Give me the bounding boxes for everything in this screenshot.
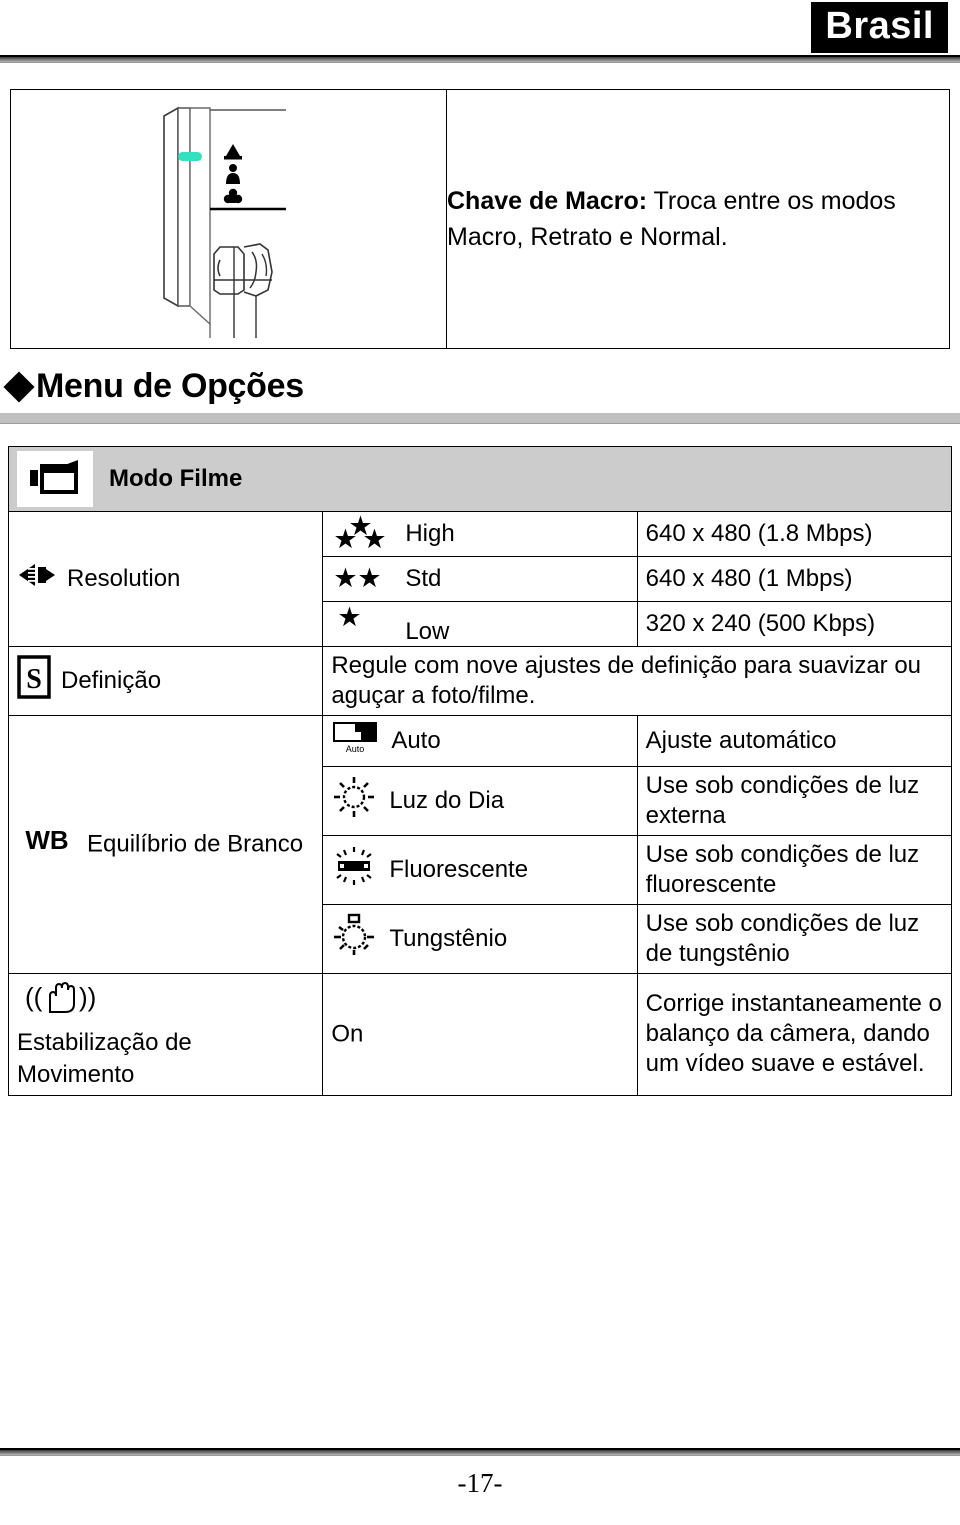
table-row: Chave de Macro: Troca entre os modos Mac… xyxy=(10,89,950,349)
option-cell-wb-daylight: Luz do Dia xyxy=(322,766,638,836)
svg-text:)): )) xyxy=(79,982,96,1012)
svg-text:S: S xyxy=(26,664,42,695)
country-badge: Brasil xyxy=(811,2,948,53)
option-label: On xyxy=(331,1020,364,1048)
row-label-text: Estabilização de Movimento xyxy=(17,1029,192,1089)
option-label: Fluorescente xyxy=(389,856,529,883)
option-description-wb-daylight: Use sob condições de luz externa xyxy=(636,766,953,836)
row-label-white-balance: WB Equilíbrio de Branco xyxy=(7,715,324,974)
table-row-mode-header: Modo Filme xyxy=(8,446,952,512)
section-title: Menu de Opções xyxy=(36,367,304,405)
page-header: Brasil xyxy=(0,0,960,63)
option-cell-low: ★ Low xyxy=(322,601,638,647)
option-cell-wb-tungsten: Tungstênio xyxy=(322,904,638,974)
macro-label: Chave de Macro: xyxy=(447,186,648,215)
wb-icon: WB xyxy=(17,825,77,863)
option-label: Std xyxy=(405,565,442,592)
option-label: Auto xyxy=(391,727,441,754)
option-label: High xyxy=(405,520,455,547)
table-row-wb-auto: WB Equilíbrio de Branco Auto Auto Ajuste… xyxy=(7,715,953,974)
option-label: Tungstênio xyxy=(389,925,508,952)
svg-text:WB: WB xyxy=(25,825,68,855)
option-label: Luz do Dia xyxy=(389,787,505,814)
two-stars-icon: ★ ★ xyxy=(333,563,382,593)
option-cell-std: ★ ★ Std xyxy=(322,556,638,602)
footer-divider xyxy=(0,1448,960,1456)
auto-wb-icon: Auto xyxy=(331,720,379,762)
row-label-resolution: Resolution xyxy=(7,511,324,647)
option-cell-stabilization-on: On xyxy=(322,973,638,1096)
tungsten-bulb-icon xyxy=(331,913,377,965)
row-label-text: Resolution xyxy=(67,565,181,592)
mode-header-label: Modo Filme xyxy=(109,465,243,492)
diamond-bullet-icon xyxy=(3,371,35,403)
movie-camera-icon xyxy=(17,451,93,507)
option-cell-wb-fluorescent: Fluorescente xyxy=(322,835,638,905)
option-description-wb-auto: Ajuste automático xyxy=(636,715,953,767)
option-description-stabilization: Corrige instantaneamente o balanço da câ… xyxy=(636,973,953,1096)
svg-text:((: (( xyxy=(25,982,43,1012)
option-cell-high: ★ ★ ★ High xyxy=(322,511,638,557)
one-star-icon: ★ xyxy=(337,602,362,632)
mode-header-cell: Modo Filme xyxy=(8,446,952,512)
section-heading: Menu de Opções xyxy=(3,367,960,406)
row-label-text: Equilíbrio de Branco xyxy=(87,830,304,858)
options-table: Modo Filme Resolution ★ ★ ★ High 640 x 4… xyxy=(7,446,953,1096)
table-row-definicao: S Definição Regule com nove ajustes de d… xyxy=(7,646,952,716)
resolution-icon xyxy=(17,561,57,597)
option-description-high: 640 x 480 (1.8 Mbps) xyxy=(636,511,953,557)
three-stars-icon: ★ ★ ★ xyxy=(333,511,387,554)
camera-macro-switch-illustration xyxy=(162,106,286,338)
option-description-wb-tungsten: Use sob condições de luz de tungstênio xyxy=(636,904,953,974)
page-number: -17- xyxy=(457,1468,503,1498)
daylight-sun-icon xyxy=(331,775,377,827)
macro-description-cell: Chave de Macro: Troca entre os modos Mac… xyxy=(446,89,950,349)
fluorescent-lamp-icon xyxy=(331,844,377,896)
option-description-std: 640 x 480 (1 Mbps) xyxy=(636,556,953,602)
option-label: Low xyxy=(405,618,450,645)
macro-switch-panel: Chave de Macro: Troca entre os modos Mac… xyxy=(10,89,950,349)
svg-text:Auto: Auto xyxy=(346,744,365,754)
header-divider xyxy=(0,55,960,63)
option-cell-wb-auto: Auto Auto xyxy=(322,715,638,767)
table-row-resolution-high: Resolution ★ ★ ★ High 640 x 480 (1.8 Mbp… xyxy=(7,511,953,647)
row-label-stabilization: (( )) Estabilização de Movimento xyxy=(7,973,324,1096)
definicao-description: Regule com nove ajustes de definição par… xyxy=(322,646,952,716)
option-description-low: 320 x 240 (500 Kbps) xyxy=(636,601,953,647)
motion-stabilization-hand-icon: (( )) xyxy=(17,978,304,1024)
sharpness-s-icon: S xyxy=(17,655,51,707)
section-heading-divider xyxy=(0,413,960,424)
row-label-definicao: S Definição xyxy=(7,646,324,716)
row-label-text: Definição xyxy=(61,667,162,694)
macro-illustration-cell xyxy=(10,89,447,349)
option-description-wb-fluorescent: Use sob condições de luz fluorescente xyxy=(636,835,953,905)
table-row-stabilization: (( )) Estabilização de Movimento On Corr… xyxy=(7,973,953,1096)
